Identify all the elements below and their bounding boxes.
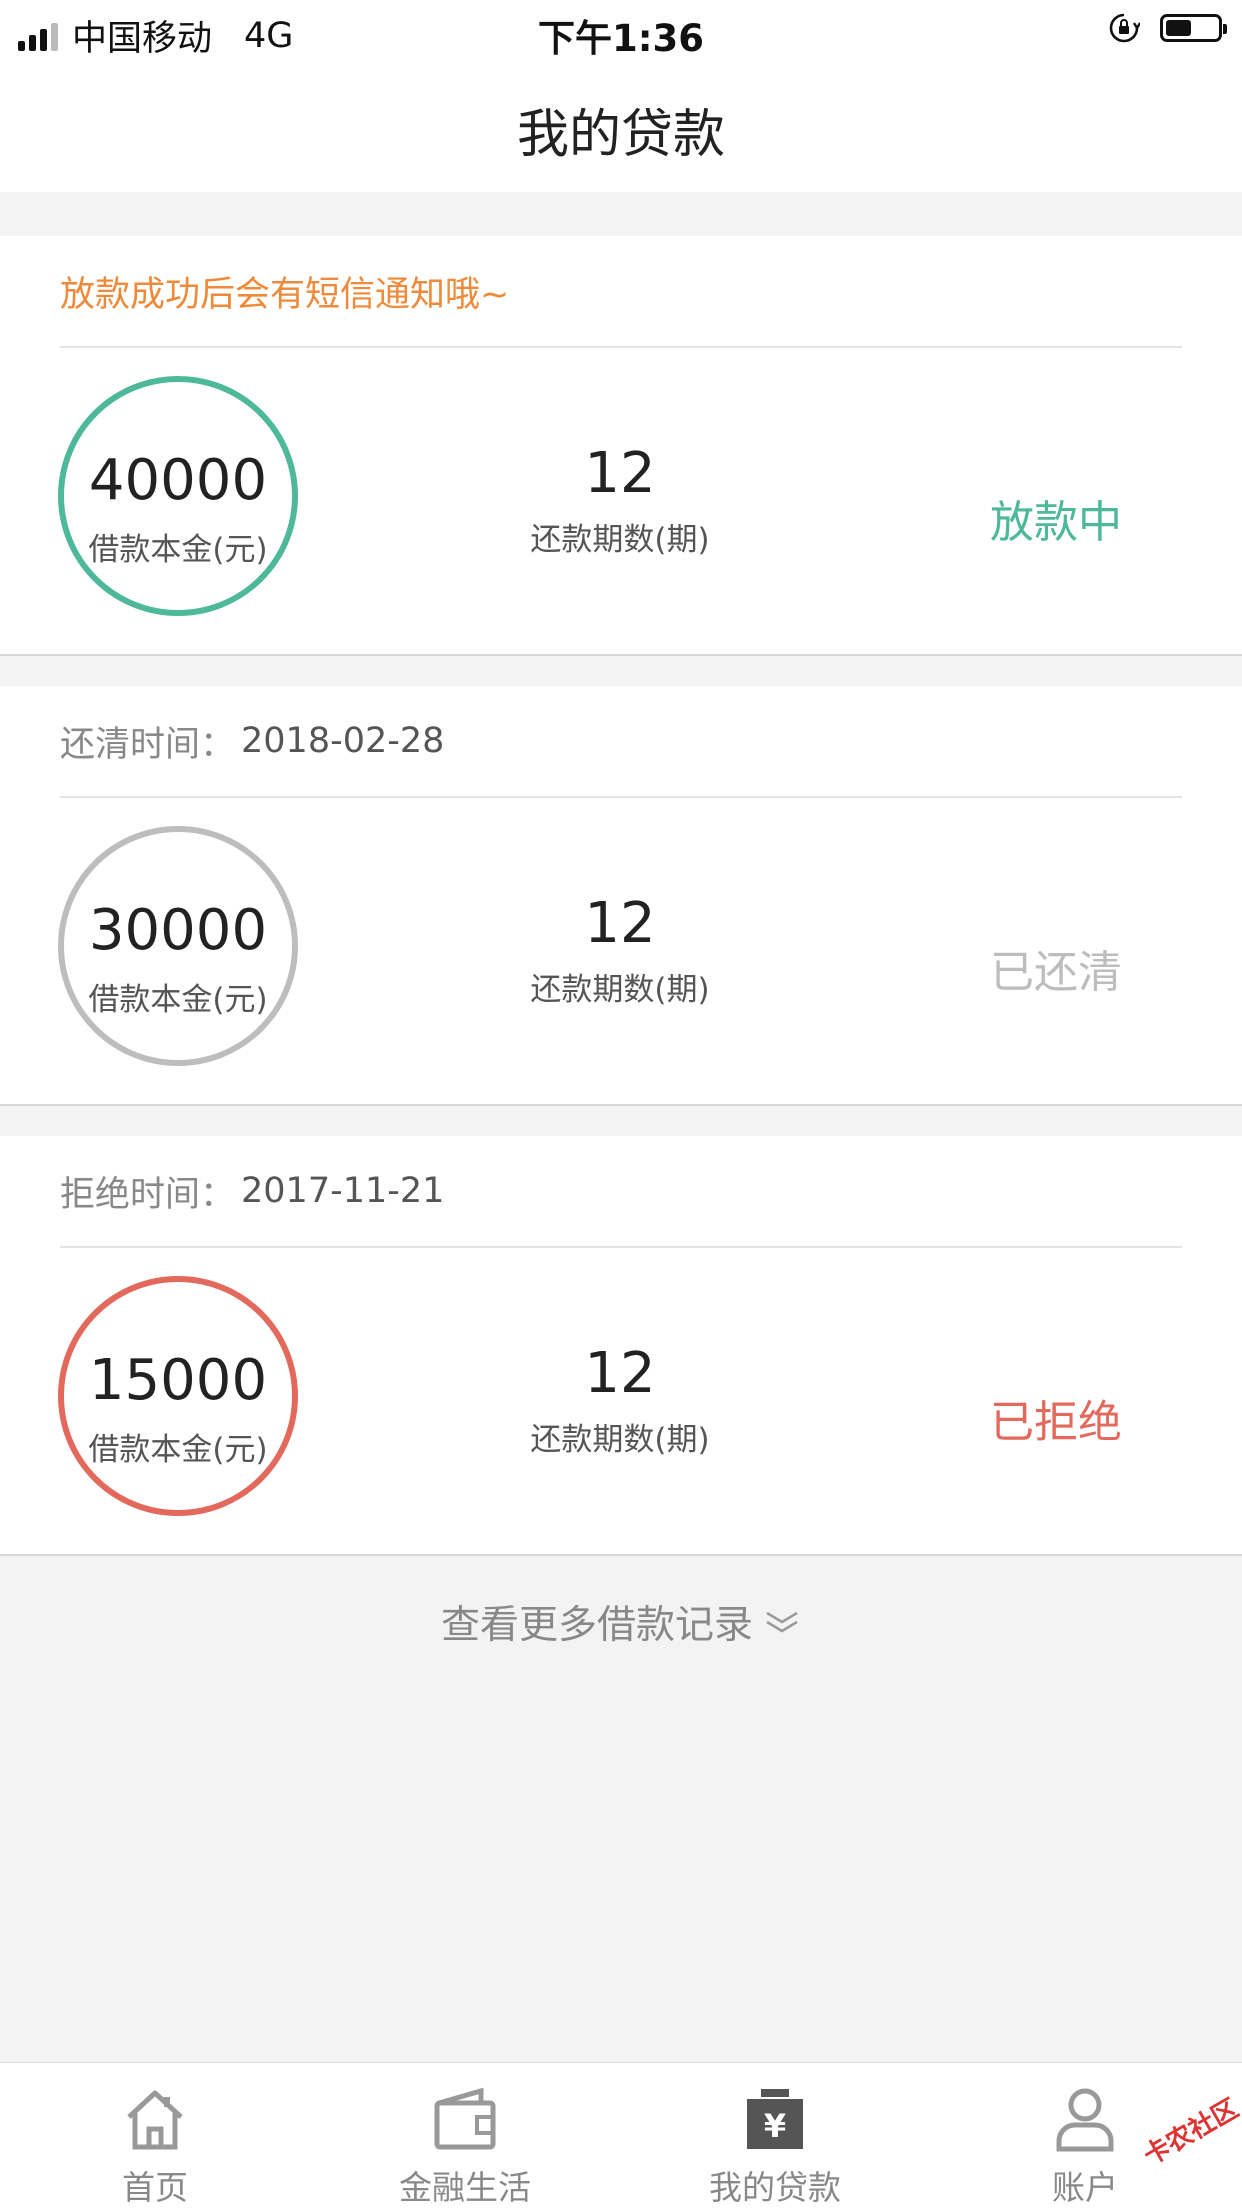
status-time: 下午1:36 bbox=[537, 17, 705, 60]
amount-ring: 15000 借款本金(元) bbox=[58, 1276, 298, 1516]
loan-box-icon: ¥ bbox=[747, 2089, 803, 2149]
loan-card-paid[interactable]: 还清时间： 2018-02-28 30000 借款本金(元) 12 还款期数(期… bbox=[0, 686, 1242, 1106]
loan-amount: 30000 bbox=[88, 898, 268, 963]
person-icon bbox=[1056, 2088, 1114, 2152]
divider bbox=[60, 1246, 1182, 1248]
terms-label: 还款期数(期) bbox=[530, 522, 710, 558]
chevron-down-icon bbox=[766, 1611, 798, 1633]
tab-label: 账户 bbox=[1052, 2168, 1118, 2207]
amount-ring: 30000 借款本金(元) bbox=[58, 826, 298, 1066]
loan-amount-label: 借款本金(元) bbox=[88, 532, 268, 568]
card-header: 放款成功后会有短信通知哦~ bbox=[60, 236, 509, 346]
status-bar: 中国移动 4G 下午1:36 bbox=[0, 0, 1242, 64]
loan-status: 已还清 bbox=[990, 947, 1122, 998]
loan-card-disbursing[interactable]: 放款成功后会有短信通知哦~ 40000 借款本金(元) 12 还款期数(期) 放… bbox=[0, 236, 1242, 656]
tab-finance-life[interactable]: 金融生活 bbox=[310, 2063, 620, 2209]
loan-amount: 15000 bbox=[88, 1348, 268, 1413]
card-header: 还清时间： 2018-02-28 bbox=[60, 686, 444, 796]
divider bbox=[60, 346, 1182, 348]
terms-block: 12 还款期数(期) bbox=[500, 896, 740, 1009]
paid-time-value: 2018-02-28 bbox=[241, 721, 445, 761]
loan-status: 已拒绝 bbox=[990, 1397, 1122, 1448]
terms-block: 12 还款期数(期) bbox=[500, 1346, 740, 1459]
more-records-link[interactable]: 查看更多借款记录 bbox=[0, 1594, 1242, 1650]
nav-bar: 我的贷款 bbox=[0, 64, 1242, 192]
tab-label: 首页 bbox=[122, 2168, 188, 2207]
rejected-time-label: 拒绝时间： bbox=[60, 1174, 236, 1215]
svg-text:¥: ¥ bbox=[764, 2107, 786, 2145]
terms-label: 还款期数(期) bbox=[530, 972, 710, 1008]
tab-home[interactable]: 首页 bbox=[0, 2063, 310, 2209]
orientation-lock-icon bbox=[1109, 13, 1140, 43]
terms-block: 12 还款期数(期) bbox=[500, 446, 740, 559]
status-right bbox=[1108, 12, 1227, 44]
tab-my-loans[interactable]: ¥ 我的贷款 bbox=[620, 2063, 930, 2209]
tab-label: 我的贷款 bbox=[709, 2168, 841, 2207]
loan-amount-label: 借款本金(元) bbox=[88, 1432, 268, 1468]
loan-card-rejected[interactable]: 拒绝时间： 2017-11-21 15000 借款本金(元) 12 还款期数(期… bbox=[0, 1136, 1242, 1556]
terms-value: 12 bbox=[584, 1341, 656, 1406]
terms-value: 12 bbox=[584, 441, 656, 506]
paid-time-label: 还清时间： bbox=[60, 724, 236, 765]
terms-label: 还款期数(期) bbox=[530, 1422, 710, 1458]
loan-amount: 40000 bbox=[88, 448, 268, 513]
rejected-time-value: 2017-11-21 bbox=[241, 1171, 445, 1211]
divider bbox=[60, 796, 1182, 798]
tab-label: 金融生活 bbox=[399, 2168, 531, 2207]
loan-amount-label: 借款本金(元) bbox=[88, 982, 268, 1018]
sms-notice: 放款成功后会有短信通知哦~ bbox=[60, 274, 510, 315]
amount-ring: 40000 借款本金(元) bbox=[58, 376, 298, 616]
more-records-label: 查看更多借款记录 bbox=[440, 1603, 753, 1648]
battery-fill bbox=[1166, 20, 1191, 36]
card-header: 拒绝时间： 2017-11-21 bbox=[60, 1136, 444, 1246]
battery-icon bbox=[1160, 14, 1227, 42]
page-title: 我的贷款 bbox=[516, 105, 725, 165]
tab-bar: 首页 金融生活 ¥ 我的贷款 账户 bbox=[0, 2062, 1242, 2209]
wallet-icon bbox=[434, 2087, 496, 2150]
home-icon bbox=[127, 2090, 183, 2150]
terms-value: 12 bbox=[584, 891, 656, 956]
loan-status: 放款中 bbox=[990, 497, 1122, 548]
